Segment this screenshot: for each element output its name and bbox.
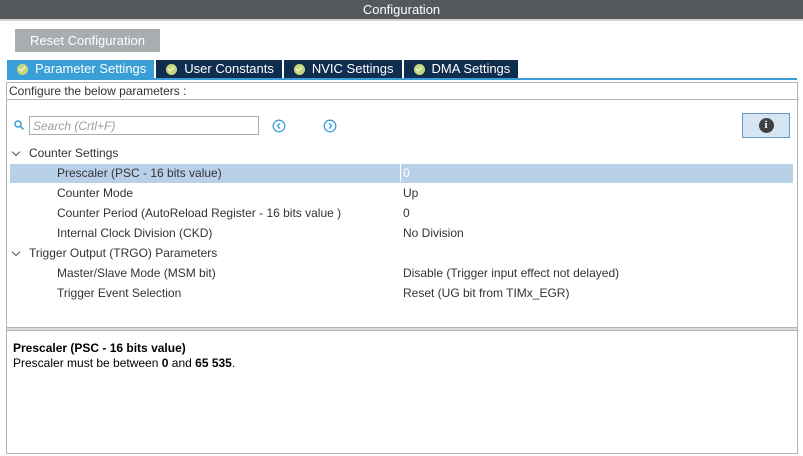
check-circle-icon <box>17 63 28 75</box>
description-suffix: . <box>231 356 236 370</box>
description-max: 65 535 <box>195 356 232 370</box>
info-icon: i <box>758 118 774 133</box>
tab-dma-settings[interactable]: DMA Settings <box>403 60 519 78</box>
tab-bar: Parameter Settings User Constants NVIC S… <box>7 60 520 78</box>
param-label: Counter Period (AutoReload Register - 16… <box>57 206 342 220</box>
search-icon <box>14 120 24 130</box>
tab-user-constants[interactable]: User Constants <box>156 60 282 78</box>
param-label: Internal Clock Division (CKD) <box>57 226 213 240</box>
search-input[interactable] <box>29 116 259 135</box>
param-row-counter-mode[interactable]: Counter Mode Up <box>10 184 793 203</box>
description-title: Prescaler (PSC - 16 bits value) <box>13 341 186 355</box>
param-value[interactable]: Disable (Trigger input effect not delaye… <box>403 264 619 283</box>
description-mid: and <box>168 356 196 370</box>
description-prefix: Prescaler must be between <box>13 356 162 370</box>
param-label: Trigger Event Selection <box>57 286 182 300</box>
param-row-trigger-event[interactable]: Trigger Event Selection Reset (UG bit fr… <box>10 284 793 303</box>
parameter-panel: Configure the below parameters : i Count… <box>6 82 799 454</box>
tab-nvic-settings[interactable]: NVIC Settings <box>283 60 402 78</box>
tab-label: NVIC Settings <box>311 61 394 76</box>
column-divider <box>400 164 401 182</box>
param-value[interactable]: No Division <box>403 224 464 243</box>
param-label: Master/Slave Mode (MSM bit) <box>57 266 216 280</box>
window-title: Configuration <box>0 0 803 19</box>
tab-label: Parameter Settings <box>35 61 147 76</box>
chevron-down-icon <box>11 247 21 257</box>
group-label: Counter Settings <box>29 146 119 160</box>
configure-hint: Configure the below parameters : <box>7 83 799 100</box>
info-button[interactable]: i <box>742 113 790 138</box>
param-label: Counter Mode <box>57 186 134 200</box>
description-splitter[interactable] <box>7 327 797 331</box>
param-row-clock-division[interactable]: Internal Clock Division (CKD) No Divisio… <box>10 224 793 243</box>
param-row-counter-period[interactable]: Counter Period (AutoReload Register - 16… <box>10 204 793 223</box>
reset-configuration-button[interactable]: Reset Configuration <box>15 29 160 52</box>
title-divider <box>0 19 803 21</box>
tab-parameter-settings[interactable]: Parameter Settings <box>7 60 155 78</box>
group-label: Trigger Output (TRGO) Parameters <box>29 246 218 260</box>
param-row-master-slave-mode[interactable]: Master/Slave Mode (MSM bit) Disable (Tri… <box>10 264 793 283</box>
chevron-down-icon <box>11 147 21 157</box>
check-circle-icon <box>413 63 425 75</box>
param-value[interactable]: Up <box>403 184 418 203</box>
description-panel: Prescaler (PSC - 16 bits value) Prescale… <box>13 341 235 371</box>
check-circle-icon <box>293 63 305 75</box>
param-value[interactable]: Reset (UG bit from TIMx_EGR) <box>403 284 569 303</box>
param-value[interactable]: 0 <box>403 204 410 223</box>
circle-chevron-right-icon[interactable] <box>323 119 337 133</box>
param-row-prescaler[interactable]: Prescaler (PSC - 16 bits value) 0 <box>10 164 793 183</box>
circle-chevron-left-icon[interactable] <box>272 119 286 133</box>
param-value[interactable]: 0 <box>403 164 410 183</box>
description-text: Prescaler must be between 0 and 65 535. <box>13 356 235 371</box>
param-label: Prescaler (PSC - 16 bits value) <box>57 166 222 180</box>
check-circle-icon <box>166 63 178 75</box>
tab-underline <box>7 78 797 80</box>
tab-label: User Constants <box>184 61 274 76</box>
tab-label: DMA Settings <box>431 61 511 76</box>
